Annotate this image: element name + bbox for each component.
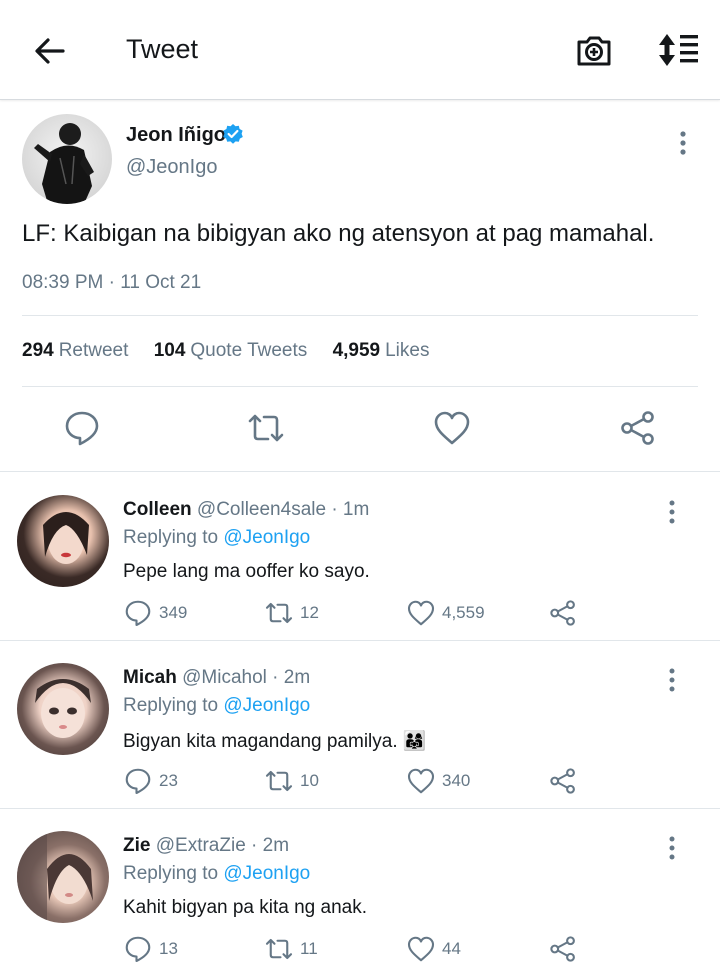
like-icon xyxy=(434,411,470,445)
share-button[interactable] xyxy=(548,933,578,965)
more-vertical-icon xyxy=(669,668,675,692)
share-icon xyxy=(550,936,575,962)
reply-header: Zie @ExtraZie · 2m xyxy=(123,835,289,857)
reply-text: Bigyan kita magandang pamilya. 👨‍👩‍👧 xyxy=(123,731,427,752)
likes-count[interactable]: 4,959 Likes xyxy=(333,340,450,361)
back-arrow-icon xyxy=(35,38,65,64)
retweet-button[interactable]: 10 xyxy=(264,765,319,797)
like-icon xyxy=(407,600,435,626)
reply-button[interactable] xyxy=(62,408,102,448)
share-button[interactable] xyxy=(548,765,578,797)
reply-button[interactable]: 13 xyxy=(123,933,178,965)
reply-handle-time[interactable]: @ExtraZie · 2m xyxy=(156,835,289,856)
replying-to-link[interactable]: @JeonIgo xyxy=(223,527,310,548)
reply-header: Micah @Micahol · 2m xyxy=(123,667,310,689)
reply-count: 23 xyxy=(159,771,178,790)
retweet-count: 10 xyxy=(300,771,319,790)
retweet-count[interactable]: 294 Retweet xyxy=(22,340,148,361)
more-options-button[interactable] xyxy=(670,130,696,156)
replying-to-link[interactable]: @JeonIgo xyxy=(223,863,310,884)
reply-button[interactable]: 349 xyxy=(123,597,187,629)
retweet-icon xyxy=(265,770,293,792)
more-options-button[interactable] xyxy=(660,835,684,861)
tweet-text: LF: Kaibigan na bibigyan ako ng atensyon… xyxy=(22,220,655,247)
retweet-icon xyxy=(248,414,284,442)
reply-tweet[interactable]: Colleen @Colleen4sale · 1m Replying to @… xyxy=(0,473,720,641)
like-icon xyxy=(407,768,435,794)
like-button[interactable]: 340 xyxy=(406,765,470,797)
share-icon xyxy=(621,411,654,445)
reply-text: Pepe lang ma ooffer ko sayo. xyxy=(123,561,370,582)
tweet-timestamp: 08:39 PM · 11 Oct 21 xyxy=(22,272,202,293)
reply-icon xyxy=(65,411,99,446)
quote-tweets-count[interactable]: 104 Quote Tweets xyxy=(154,340,328,361)
sort-button[interactable] xyxy=(654,32,700,68)
verified-icon xyxy=(222,123,244,145)
like-count: 4,559 xyxy=(442,603,485,622)
main-tweet: Jeon Iñigo @JeonIgo LF: Kaibigan na bibi… xyxy=(0,100,720,472)
author-avatar[interactable] xyxy=(22,114,112,204)
back-button[interactable] xyxy=(30,33,70,69)
like-button[interactable] xyxy=(432,408,472,448)
reply-author-name[interactable]: Colleen xyxy=(123,499,192,520)
replying-to: Replying to @JeonIgo xyxy=(123,527,311,548)
like-count: 340 xyxy=(442,771,471,790)
reply-tweet[interactable]: Micah @Micahol · 2m Replying to @JeonIgo… xyxy=(0,641,720,809)
replying-to: Replying to @JeonIgo xyxy=(123,863,311,884)
retweet-count: 11 xyxy=(300,939,318,958)
divider xyxy=(22,386,698,387)
reply-tweet[interactable]: Zie @ExtraZie · 2m Replying to @JeonIgo … xyxy=(0,809,720,979)
reply-icon xyxy=(125,600,151,627)
reply-count: 13 xyxy=(159,939,178,958)
share-button[interactable] xyxy=(618,408,658,448)
more-vertical-icon xyxy=(669,500,675,524)
retweet-button[interactable]: 11 xyxy=(264,933,318,965)
reply-author-name[interactable]: Micah xyxy=(123,667,177,688)
reply-author-name[interactable]: Zie xyxy=(123,835,150,856)
reply-avatar[interactable] xyxy=(17,495,109,587)
share-button[interactable] xyxy=(548,597,578,629)
top-app-bar: Tweet xyxy=(0,0,720,100)
reply-avatar[interactable] xyxy=(17,831,109,923)
replying-to: Replying to @JeonIgo xyxy=(123,695,311,716)
divider xyxy=(22,315,698,316)
more-vertical-icon xyxy=(669,836,675,860)
tweet-stats: 294 Retweet 104 Quote Tweets 4,959 Likes xyxy=(22,340,449,362)
like-button[interactable]: 4,559 xyxy=(406,597,485,629)
sort-icon xyxy=(659,34,698,66)
share-icon xyxy=(550,768,575,794)
reply-handle-time[interactable]: @Micahol · 2m xyxy=(182,667,310,688)
reply-button[interactable]: 23 xyxy=(123,765,178,797)
share-icon xyxy=(550,600,575,626)
retweet-icon xyxy=(265,602,293,624)
more-options-button[interactable] xyxy=(660,499,684,525)
page-title: Tweet xyxy=(126,34,199,64)
reply-header: Colleen @Colleen4sale · 1m xyxy=(123,499,369,521)
like-count: 44 xyxy=(442,939,461,958)
reply-count: 349 xyxy=(159,603,188,622)
retweet-button[interactable] xyxy=(246,408,286,448)
more-vertical-icon xyxy=(680,131,686,155)
reply-handle-time[interactable]: @Colleen4sale · 1m xyxy=(197,499,369,520)
author-handle[interactable]: @JeonIgo xyxy=(126,156,217,179)
more-options-button[interactable] xyxy=(660,667,684,693)
retweet-button[interactable]: 12 xyxy=(264,597,319,629)
author-name[interactable]: Jeon Iñigo xyxy=(126,124,226,147)
retweet-icon xyxy=(265,938,293,960)
camera-icon xyxy=(577,36,611,66)
reply-text: Kahit bigyan pa kita ng anak. xyxy=(123,897,368,918)
reply-icon xyxy=(125,768,151,795)
like-button[interactable]: 44 xyxy=(406,933,461,965)
replying-to-link[interactable]: @JeonIgo xyxy=(223,695,310,716)
like-icon xyxy=(407,936,435,962)
reply-icon xyxy=(125,936,151,963)
reply-avatar[interactable] xyxy=(17,663,109,755)
retweet-count: 12 xyxy=(300,603,319,622)
camera-button[interactable] xyxy=(574,30,614,70)
